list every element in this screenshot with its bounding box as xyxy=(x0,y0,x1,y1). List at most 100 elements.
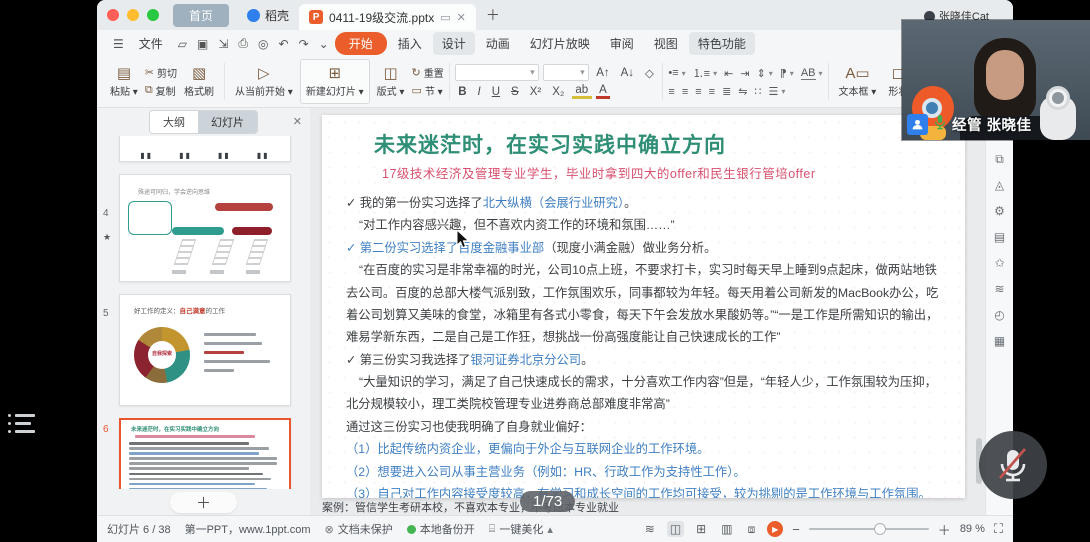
pane-adjust-icon[interactable]: ≋ xyxy=(994,282,1004,296)
menu-file[interactable]: 文件 xyxy=(130,32,172,55)
fit-slide-icon[interactable]: ⛶ xyxy=(994,521,1003,537)
close-window-button[interactable] xyxy=(107,9,119,21)
tab-slides[interactable]: 幻灯片 xyxy=(198,111,257,133)
tab-outline[interactable]: 大纲 xyxy=(150,111,198,133)
strip-list-icon[interactable] xyxy=(8,414,35,433)
format-painter-button[interactable]: ▧ 格式刷 xyxy=(179,59,219,104)
tab-home[interactable]: 首页 xyxy=(173,4,229,27)
underline-button[interactable]: U xyxy=(488,86,503,98)
align-right-icon[interactable]: ≡ xyxy=(695,86,701,98)
zoom-slider[interactable] xyxy=(809,528,929,530)
menu-review[interactable]: 审阅 xyxy=(601,32,643,55)
menu-design[interactable]: 设计 xyxy=(433,32,475,55)
present-icon[interactable]: ▭ xyxy=(440,11,450,24)
hamburger-icon[interactable]: ☰ xyxy=(109,37,128,51)
reset-button[interactable]: ↻ 重置 xyxy=(411,65,443,80)
slide-3-thumbnail[interactable]: ▮▮▮▮▮▮▮▮ xyxy=(119,136,291,162)
menu-animation[interactable]: 动画 xyxy=(477,32,519,55)
menu-start[interactable]: 开始 xyxy=(335,32,387,55)
more-commands-icon[interactable]: ⌄ xyxy=(315,37,333,51)
align-center-icon[interactable]: ≡ xyxy=(682,86,688,98)
play-from-current-button[interactable]: ▷ 从当前开始 ▾ xyxy=(230,59,298,104)
numbering-icon[interactable]: ⒈≡ xyxy=(693,65,710,81)
slide-6-thumbnail-selected[interactable]: 未来迷茫时，在实习实践中确立方向 xyxy=(119,418,291,489)
slide-canvas[interactable]: 未来迷茫时，在实习实践中确立方向 17级技术经济及管理专业学生，毕业时拿到四大的… xyxy=(322,115,965,498)
zoom-in-button[interactable]: ＋ xyxy=(938,520,951,539)
normal-view-icon[interactable]: ◫ xyxy=(667,521,684,537)
pane-effects-icon[interactable]: ◬ xyxy=(995,178,1004,192)
mic-muted-button[interactable] xyxy=(979,431,1047,499)
justify-icon[interactable]: ≡ xyxy=(709,86,715,98)
new-slide-button[interactable]: ⊞ 新建幻灯片 ▾ xyxy=(300,59,370,104)
decrease-font-icon[interactable]: A↓ xyxy=(617,67,637,79)
menu-insert[interactable]: 插入 xyxy=(389,32,431,55)
minimize-window-button[interactable] xyxy=(127,9,139,21)
pane-image-icon[interactable]: ▦ xyxy=(994,334,1005,348)
print-preview-icon[interactable]: ◎ xyxy=(254,37,272,51)
font-name-select[interactable]: ▾ xyxy=(455,64,539,81)
align-left-icon[interactable]: ≡ xyxy=(668,86,674,98)
close-panel-icon[interactable]: ✕ xyxy=(293,115,302,128)
font-size-select[interactable]: ▾ xyxy=(543,64,589,81)
slide-4-thumbnail[interactable]: 殊途可同归，学会逆向思维 xyxy=(119,174,291,282)
bold-button[interactable]: B xyxy=(455,86,470,98)
template-source[interactable]: 第一PPT，www.1ppt.com xyxy=(185,521,311,537)
decrease-indent-icon[interactable]: ⇤ xyxy=(724,67,733,80)
para-spacing-icon[interactable]: ∷ xyxy=(755,85,762,98)
open-icon[interactable]: ▱ xyxy=(174,37,191,51)
columns-icon[interactable]: ⇋ xyxy=(738,85,747,98)
save-icon[interactable]: ▣ xyxy=(193,37,212,51)
redo-icon[interactable]: ↷ xyxy=(295,37,313,51)
pane-beautify-icon[interactable]: ✩ xyxy=(994,256,1004,270)
text-direction-icon[interactable]: ⁋ xyxy=(780,67,787,80)
beautify-view-icon[interactable]: ≋ xyxy=(642,521,658,537)
tab-docer[interactable]: 稻壳 xyxy=(237,4,299,27)
layout-button[interactable]: ◫ 版式 ▾ xyxy=(372,59,410,104)
distribute-icon[interactable]: ≣ xyxy=(722,85,731,98)
italic-button[interactable]: I xyxy=(474,86,484,98)
cut-button[interactable]: ✂ 剪切 xyxy=(145,65,177,80)
zoom-window-button[interactable] xyxy=(147,9,159,21)
print-icon[interactable]: ⎙ xyxy=(234,36,252,51)
zoom-out-button[interactable]: − xyxy=(792,522,800,537)
export-pdf-icon[interactable]: ⇲ xyxy=(214,37,232,51)
video-call-overlay[interactable]: 经管 张晓佳 xyxy=(902,20,1090,140)
paste-button[interactable]: ▤ 粘贴 ▾ xyxy=(105,59,143,104)
clear-format-icon[interactable]: ◇ xyxy=(642,66,658,80)
increase-indent-icon[interactable]: ⇥ xyxy=(740,67,749,80)
strikethrough-button[interactable]: S xyxy=(508,86,523,98)
close-tab-icon[interactable]: ✕ xyxy=(457,11,466,24)
add-slide-button[interactable]: ＋ xyxy=(170,492,237,513)
backup-status[interactable]: 本地备份开 xyxy=(407,521,475,537)
bullets-icon[interactable]: •≡ xyxy=(668,67,678,79)
zoom-slider-thumb[interactable] xyxy=(874,523,886,535)
undo-icon[interactable]: ↶ xyxy=(275,37,293,51)
copy-button[interactable]: ⧉ 复制 xyxy=(145,83,177,98)
increase-font-icon[interactable]: A↑ xyxy=(593,67,613,79)
menu-slideshow[interactable]: 幻灯片放映 xyxy=(521,32,599,55)
list-settings-icon[interactable]: ☰ xyxy=(769,85,779,98)
highlight-color-button[interactable]: ab xyxy=(572,84,592,99)
subscript-button[interactable]: X₂ xyxy=(549,86,568,98)
section-button[interactable]: ▭ 节 ▾ xyxy=(411,83,443,98)
pane-cards-icon[interactable]: ▤ xyxy=(994,230,1005,244)
text-box-button[interactable]: A▭ 文本框 ▾ xyxy=(834,59,882,104)
line-spacing-icon[interactable]: ⇕ xyxy=(757,67,766,80)
font-color-button[interactable]: A xyxy=(596,84,611,99)
superscript-button[interactable]: X² xyxy=(526,86,545,98)
reading-view-icon[interactable]: ▥ xyxy=(718,521,735,537)
tab-document[interactable]: P 0411-19级交流.pptx ▭ ✕ xyxy=(299,4,476,30)
menu-special-features[interactable]: 特色功能 xyxy=(689,32,755,55)
menu-view[interactable]: 视图 xyxy=(645,32,687,55)
protection-status[interactable]: ⊗ 文档未保护 xyxy=(325,521,393,537)
new-tab-button[interactable]: ＋ xyxy=(486,5,500,25)
slideshow-view-icon[interactable]: ⧈ xyxy=(745,521,759,538)
one-click-beautify[interactable]: ⌸ 一键美化 ▴ xyxy=(489,521,553,537)
pane-history-icon[interactable]: ◴ xyxy=(994,308,1004,322)
pane-objects-icon[interactable]: ⧉ xyxy=(995,152,1004,166)
character-spacing-icon[interactable]: AB xyxy=(801,67,816,80)
play-slideshow-button[interactable]: ▶ xyxy=(767,521,783,537)
slide-5-thumbnail[interactable]: 好工作的定义：自己满意的工作 自我探索 xyxy=(119,294,291,406)
slide-sorter-icon[interactable]: ⊞ xyxy=(693,521,709,537)
pane-settings-icon[interactable]: ⚙ xyxy=(994,204,1005,218)
